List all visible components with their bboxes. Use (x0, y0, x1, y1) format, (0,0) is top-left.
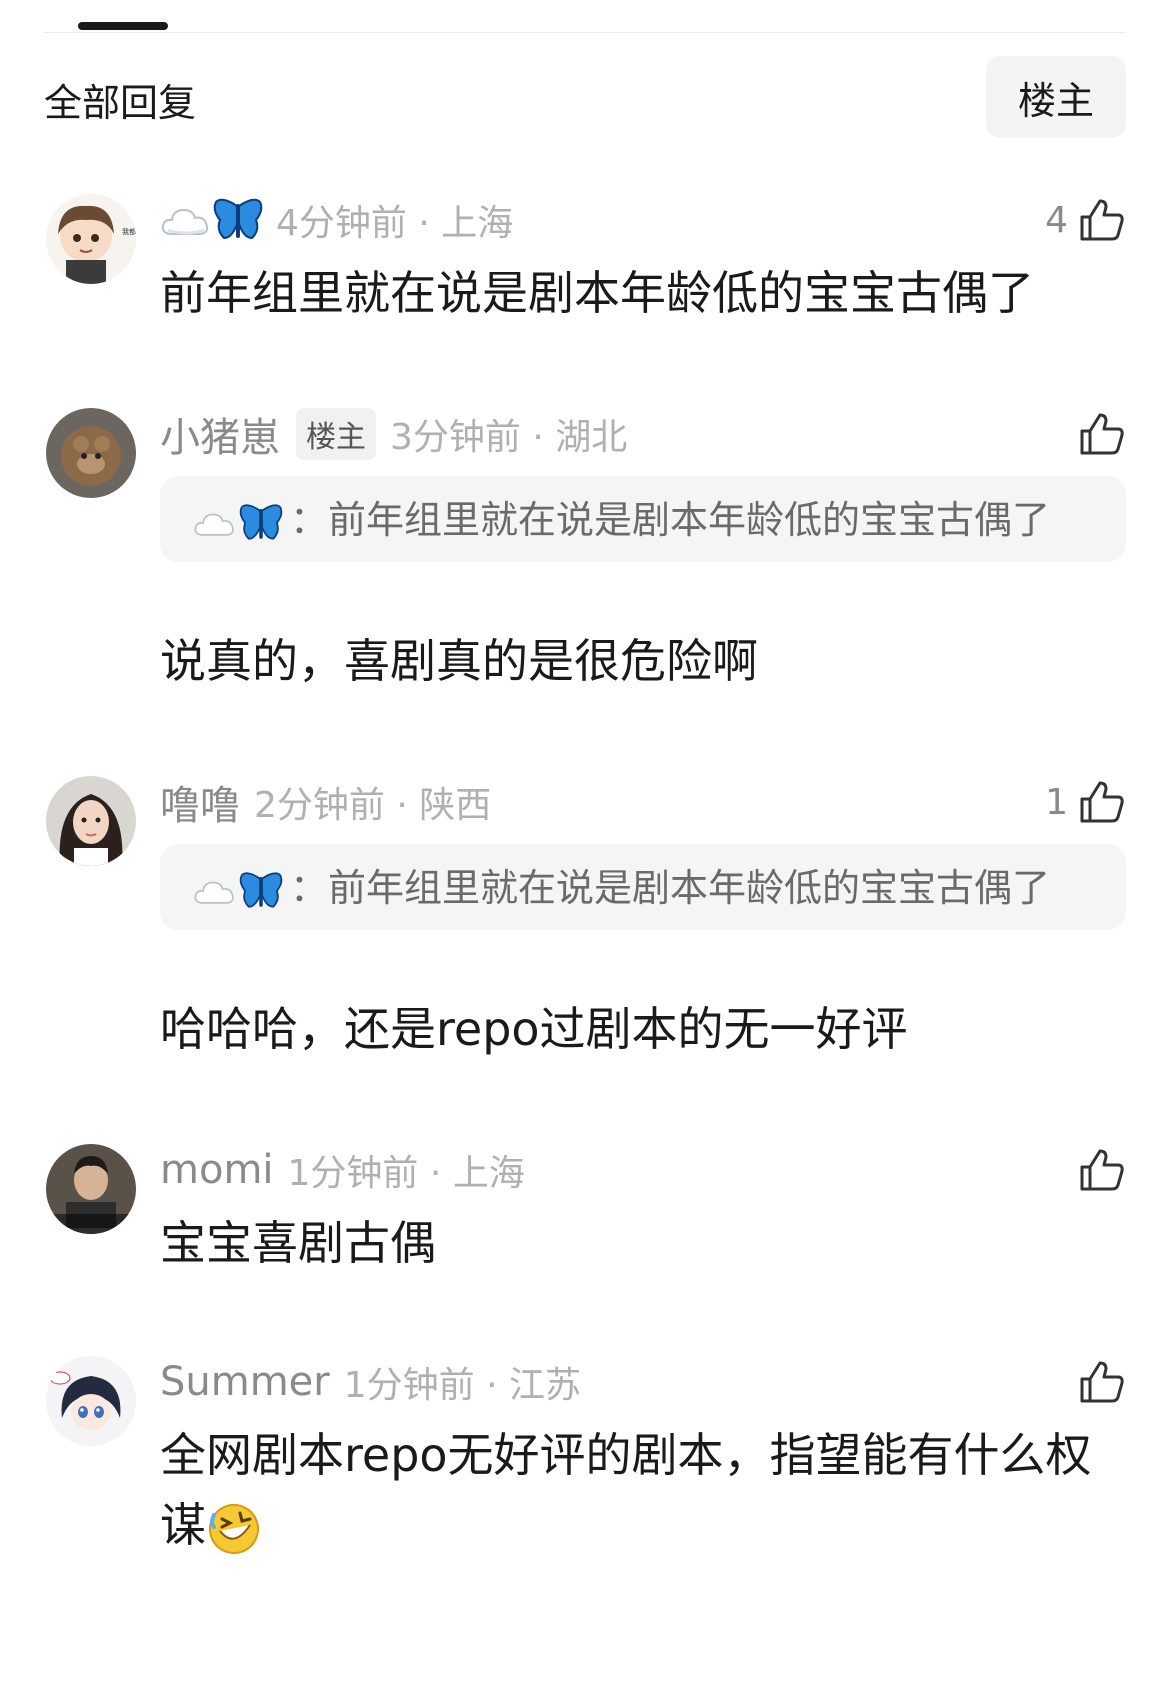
quoted-reply[interactable]: ：前年组里就在说是剧本年龄低的宝宝古偶了 (160, 476, 1126, 562)
thumbs-up-icon (1080, 1361, 1124, 1403)
butterfly-icon (239, 871, 283, 908)
avatar[interactable] (46, 1144, 136, 1234)
quote-separator: ： (290, 498, 329, 542)
comment-text: 前年组里就在说是剧本年龄低的宝宝古偶了 (160, 266, 1034, 320)
username[interactable]: Summer (160, 1359, 330, 1405)
op-badge: 楼主 (296, 408, 376, 460)
cloud-icon (194, 881, 234, 904)
like-button[interactable]: 1 (1045, 774, 1126, 830)
comment-text: 说真的，喜剧真的是很危险啊 (160, 634, 758, 688)
comment-text: 全网剧本repo无好评的剧本，指望能有什么权谋 (160, 1420, 1100, 1560)
cloud-icon (161, 208, 209, 235)
butterfly-icon (239, 503, 283, 540)
svg-text:我都: 我都 (122, 227, 136, 236)
rofl-emoji-icon (209, 1503, 259, 1554)
thumbs-up-icon (1080, 781, 1124, 823)
thumbs-up-icon (1080, 1149, 1124, 1191)
avatar[interactable]: 我都 (46, 194, 136, 284)
like-count: 4 (1045, 199, 1068, 241)
time-location: 1分钟前 · 江苏 (343, 1365, 581, 1406)
time-location: 1分钟前 · 上海 (287, 1153, 525, 1194)
like-button[interactable] (1068, 406, 1126, 462)
comment-meta: momi 1分钟前 · 上海 (160, 1140, 525, 1200)
comment-meta: 4分钟前 · 上海 (160, 190, 513, 250)
time-location: 3分钟前 · 湖北 (390, 417, 628, 458)
active-tab-indicator (78, 22, 168, 30)
quote-text: 前年组里就在说是剧本年龄低的宝宝古偶了 (328, 866, 1051, 910)
comment-text: 宝宝喜剧古偶 (160, 1216, 436, 1270)
avatar[interactable] (46, 776, 136, 866)
comment-text-body: 全网剧本repo无好评的剧本，指望能有什么权谋 (160, 1428, 1092, 1552)
like-count: 1 (1045, 781, 1068, 823)
comment-meta: 小猪崽 楼主 3分钟前 · 湖北 (160, 404, 627, 464)
quote-text: 前年组里就在说是剧本年龄低的宝宝古偶了 (328, 498, 1051, 542)
username-emoji[interactable] (160, 196, 264, 244)
quote-author-emoji (192, 870, 284, 912)
like-button[interactable] (1068, 1142, 1126, 1198)
username[interactable]: 噜噜 (160, 773, 240, 831)
butterfly-icon (213, 198, 263, 240)
cloud-icon (194, 513, 234, 536)
comment-meta: 噜噜 2分钟前 · 陕西 (160, 772, 491, 832)
quoted-reply[interactable]: ：前年组里就在说是剧本年龄低的宝宝古偶了 (160, 844, 1126, 930)
thumbs-up-icon (1080, 413, 1124, 455)
time-location: 4分钟前 · 上海 (276, 203, 514, 244)
like-button[interactable] (1068, 1354, 1126, 1410)
avatar[interactable] (46, 1356, 136, 1446)
quote-author-emoji (192, 502, 284, 544)
op-filter-button[interactable]: 楼主 (986, 56, 1126, 138)
time-location: 2分钟前 · 陕西 (254, 785, 492, 826)
username[interactable]: momi (160, 1147, 274, 1193)
quote-separator: ： (290, 866, 329, 910)
comment-meta: Summer 1分钟前 · 江苏 (160, 1352, 581, 1412)
thumbs-up-icon (1080, 199, 1124, 241)
like-button[interactable]: 4 (1045, 192, 1126, 248)
avatar[interactable] (46, 408, 136, 498)
top-tab-bar (44, 0, 1126, 33)
comment-text: 哈哈哈，还是repo过剧本的无一好评 (160, 1002, 908, 1056)
section-title: 全部回复 (44, 81, 197, 125)
username[interactable]: 小猪崽 (160, 405, 280, 463)
